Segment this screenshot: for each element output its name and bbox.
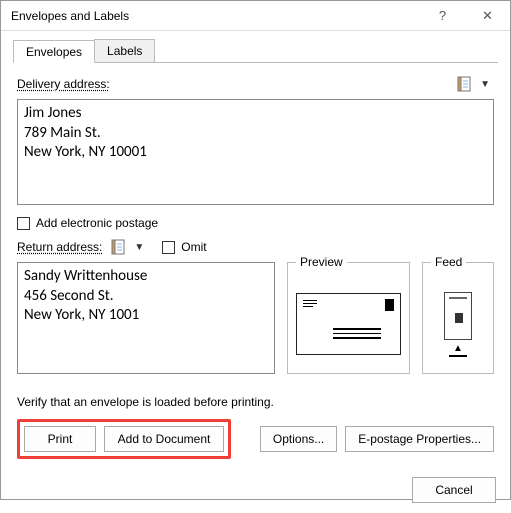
chevron-down-icon[interactable]: ▼: [130, 242, 148, 253]
address-book-icon[interactable]: [108, 236, 130, 258]
highlight-annotation: Print Add to Document: [17, 419, 231, 459]
electronic-postage-label: Add electronic postage: [36, 216, 158, 230]
add-to-document-button[interactable]: Add to Document: [104, 426, 224, 452]
help-button[interactable]: ?: [420, 1, 465, 31]
print-button[interactable]: Print: [24, 426, 96, 452]
return-address-input[interactable]: [17, 262, 275, 374]
options-button[interactable]: Options...: [260, 426, 337, 452]
omit-label: Omit: [181, 240, 206, 254]
preview-label: Preview: [296, 255, 347, 269]
verify-text: Verify that an envelope is loaded before…: [17, 395, 494, 409]
tab-labels[interactable]: Labels: [94, 39, 155, 62]
close-button[interactable]: ✕: [465, 1, 510, 31]
feed-label: Feed: [431, 255, 466, 269]
cancel-button[interactable]: Cancel: [412, 477, 496, 503]
electronic-postage-row: Add electronic postage: [17, 216, 494, 230]
electronic-postage-checkbox[interactable]: [17, 217, 30, 230]
titlebar: Envelopes and Labels ? ✕: [1, 1, 510, 31]
omit-checkbox[interactable]: [162, 241, 175, 254]
epostage-properties-button[interactable]: E-postage Properties...: [345, 426, 494, 452]
chevron-down-icon[interactable]: ▼: [476, 79, 494, 90]
return-address-label: Return address:: [17, 240, 102, 254]
dialog-content: Envelopes Labels Delivery address: ▼: [1, 31, 510, 463]
preview-group[interactable]: Preview: [287, 262, 410, 374]
delivery-address-label: Delivery address:: [17, 77, 110, 91]
window-title: Envelopes and Labels: [11, 9, 420, 23]
delivery-address-input[interactable]: [17, 99, 494, 205]
feed-icon: ▲: [444, 292, 472, 357]
envelope-preview-icon: [296, 293, 401, 355]
address-book-icon[interactable]: [454, 73, 476, 95]
feed-group[interactable]: Feed ▲: [422, 262, 494, 374]
tab-envelopes[interactable]: Envelopes: [13, 40, 95, 63]
tab-bar: Envelopes Labels: [13, 39, 498, 63]
tab-body-envelopes: Delivery address: ▼ Add electronic posta…: [13, 63, 498, 463]
